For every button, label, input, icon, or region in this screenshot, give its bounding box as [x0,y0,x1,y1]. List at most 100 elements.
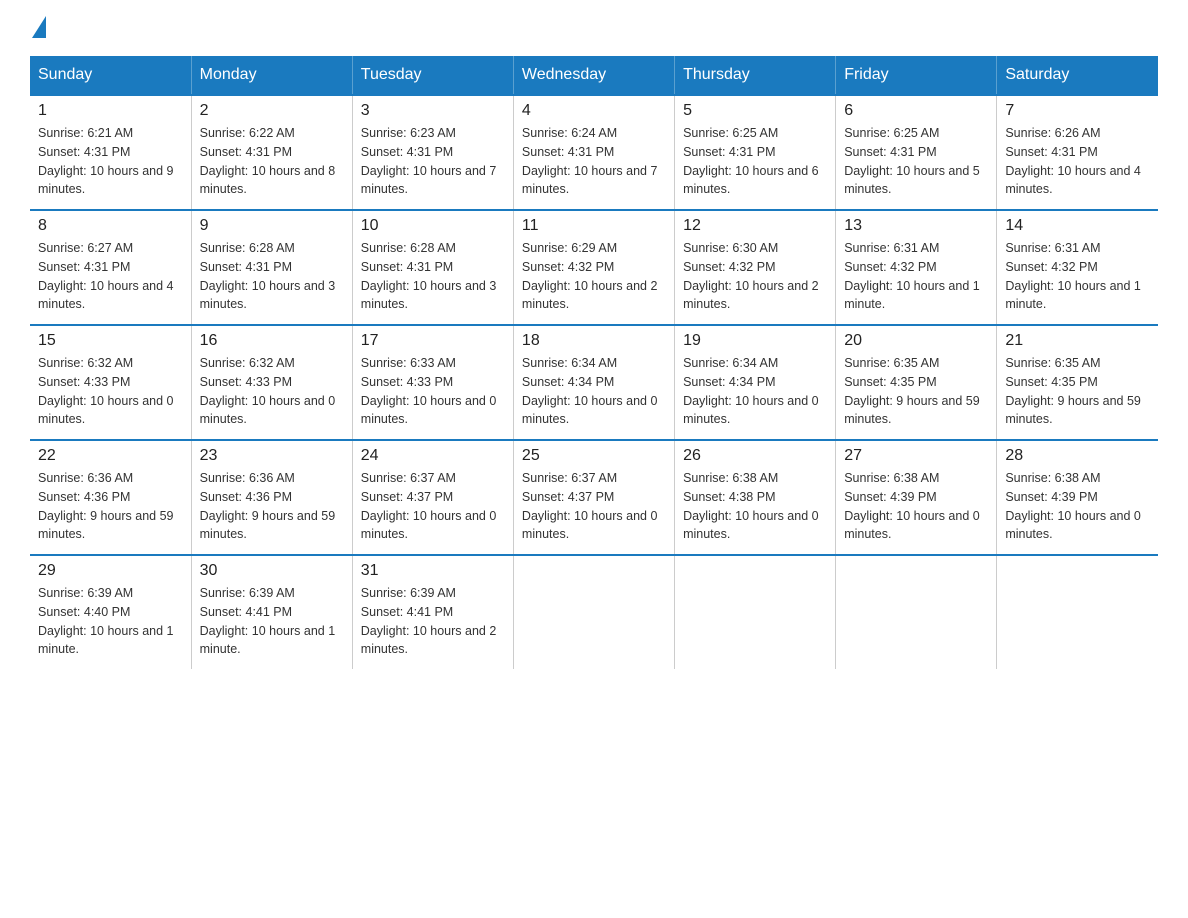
day-number: 31 [361,562,505,580]
day-number: 16 [200,332,344,350]
day-number: 1 [38,102,183,120]
day-number: 9 [200,217,344,235]
day-cell [513,555,674,669]
day-number: 7 [1005,102,1150,120]
day-cell: 22 Sunrise: 6:36 AMSunset: 4:36 PMDaylig… [30,440,191,555]
week-row-1: 1 Sunrise: 6:21 AMSunset: 4:31 PMDayligh… [30,95,1158,210]
header-monday: Monday [191,56,352,95]
day-number: 17 [361,332,505,350]
day-cell: 6 Sunrise: 6:25 AMSunset: 4:31 PMDayligh… [836,95,997,210]
day-info: Sunrise: 6:22 AMSunset: 4:31 PMDaylight:… [200,126,336,196]
day-info: Sunrise: 6:38 AMSunset: 4:39 PMDaylight:… [1005,471,1141,541]
day-info: Sunrise: 6:25 AMSunset: 4:31 PMDaylight:… [683,126,819,196]
day-cell [997,555,1158,669]
day-number: 24 [361,447,505,465]
day-info: Sunrise: 6:36 AMSunset: 4:36 PMDaylight:… [200,471,336,541]
day-cell: 26 Sunrise: 6:38 AMSunset: 4:38 PMDaylig… [675,440,836,555]
day-cell: 8 Sunrise: 6:27 AMSunset: 4:31 PMDayligh… [30,210,191,325]
day-cell: 13 Sunrise: 6:31 AMSunset: 4:32 PMDaylig… [836,210,997,325]
day-number: 23 [200,447,344,465]
day-info: Sunrise: 6:34 AMSunset: 4:34 PMDaylight:… [522,356,658,426]
day-cell: 4 Sunrise: 6:24 AMSunset: 4:31 PMDayligh… [513,95,674,210]
day-info: Sunrise: 6:38 AMSunset: 4:38 PMDaylight:… [683,471,819,541]
day-number: 6 [844,102,988,120]
day-number: 26 [683,447,827,465]
day-info: Sunrise: 6:31 AMSunset: 4:32 PMDaylight:… [844,241,980,311]
day-cell [675,555,836,669]
day-info: Sunrise: 6:23 AMSunset: 4:31 PMDaylight:… [361,126,497,196]
day-info: Sunrise: 6:24 AMSunset: 4:31 PMDaylight:… [522,126,658,196]
day-cell: 30 Sunrise: 6:39 AMSunset: 4:41 PMDaylig… [191,555,352,669]
logo-triangle-icon [32,16,46,38]
day-number: 27 [844,447,988,465]
day-cell: 21 Sunrise: 6:35 AMSunset: 4:35 PMDaylig… [997,325,1158,440]
day-info: Sunrise: 6:37 AMSunset: 4:37 PMDaylight:… [522,471,658,541]
day-number: 28 [1005,447,1150,465]
day-number: 20 [844,332,988,350]
day-number: 14 [1005,217,1150,235]
day-info: Sunrise: 6:25 AMSunset: 4:31 PMDaylight:… [844,126,980,196]
week-row-5: 29 Sunrise: 6:39 AMSunset: 4:40 PMDaylig… [30,555,1158,669]
day-cell: 12 Sunrise: 6:30 AMSunset: 4:32 PMDaylig… [675,210,836,325]
week-row-4: 22 Sunrise: 6:36 AMSunset: 4:36 PMDaylig… [30,440,1158,555]
day-cell: 5 Sunrise: 6:25 AMSunset: 4:31 PMDayligh… [675,95,836,210]
day-number: 22 [38,447,183,465]
day-number: 10 [361,217,505,235]
day-number: 4 [522,102,666,120]
day-info: Sunrise: 6:38 AMSunset: 4:39 PMDaylight:… [844,471,980,541]
day-cell: 9 Sunrise: 6:28 AMSunset: 4:31 PMDayligh… [191,210,352,325]
weekday-header-row: SundayMondayTuesdayWednesdayThursdayFrid… [30,56,1158,95]
header-wednesday: Wednesday [513,56,674,95]
day-cell: 17 Sunrise: 6:33 AMSunset: 4:33 PMDaylig… [352,325,513,440]
day-cell: 11 Sunrise: 6:29 AMSunset: 4:32 PMDaylig… [513,210,674,325]
day-cell: 24 Sunrise: 6:37 AMSunset: 4:37 PMDaylig… [352,440,513,555]
day-cell: 19 Sunrise: 6:34 AMSunset: 4:34 PMDaylig… [675,325,836,440]
day-number: 13 [844,217,988,235]
day-info: Sunrise: 6:29 AMSunset: 4:32 PMDaylight:… [522,241,658,311]
day-number: 2 [200,102,344,120]
day-number: 25 [522,447,666,465]
day-info: Sunrise: 6:34 AMSunset: 4:34 PMDaylight:… [683,356,819,426]
day-cell: 31 Sunrise: 6:39 AMSunset: 4:41 PMDaylig… [352,555,513,669]
day-cell: 18 Sunrise: 6:34 AMSunset: 4:34 PMDaylig… [513,325,674,440]
day-cell: 14 Sunrise: 6:31 AMSunset: 4:32 PMDaylig… [997,210,1158,325]
day-cell: 29 Sunrise: 6:39 AMSunset: 4:40 PMDaylig… [30,555,191,669]
day-number: 5 [683,102,827,120]
day-number: 15 [38,332,183,350]
header-friday: Friday [836,56,997,95]
day-info: Sunrise: 6:39 AMSunset: 4:40 PMDaylight:… [38,586,174,656]
day-info: Sunrise: 6:28 AMSunset: 4:31 PMDaylight:… [361,241,497,311]
day-number: 11 [522,217,666,235]
day-info: Sunrise: 6:39 AMSunset: 4:41 PMDaylight:… [361,586,497,656]
header-tuesday: Tuesday [352,56,513,95]
day-info: Sunrise: 6:32 AMSunset: 4:33 PMDaylight:… [38,356,174,426]
day-info: Sunrise: 6:31 AMSunset: 4:32 PMDaylight:… [1005,241,1141,311]
day-info: Sunrise: 6:33 AMSunset: 4:33 PMDaylight:… [361,356,497,426]
day-number: 29 [38,562,183,580]
day-number: 19 [683,332,827,350]
day-info: Sunrise: 6:35 AMSunset: 4:35 PMDaylight:… [1005,356,1141,426]
day-cell: 28 Sunrise: 6:38 AMSunset: 4:39 PMDaylig… [997,440,1158,555]
day-cell: 3 Sunrise: 6:23 AMSunset: 4:31 PMDayligh… [352,95,513,210]
day-cell: 27 Sunrise: 6:38 AMSunset: 4:39 PMDaylig… [836,440,997,555]
day-number: 18 [522,332,666,350]
week-row-2: 8 Sunrise: 6:27 AMSunset: 4:31 PMDayligh… [30,210,1158,325]
day-number: 8 [38,217,183,235]
day-info: Sunrise: 6:37 AMSunset: 4:37 PMDaylight:… [361,471,497,541]
week-row-3: 15 Sunrise: 6:32 AMSunset: 4:33 PMDaylig… [30,325,1158,440]
day-number: 12 [683,217,827,235]
day-cell: 2 Sunrise: 6:22 AMSunset: 4:31 PMDayligh… [191,95,352,210]
day-info: Sunrise: 6:26 AMSunset: 4:31 PMDaylight:… [1005,126,1141,196]
day-info: Sunrise: 6:28 AMSunset: 4:31 PMDaylight:… [200,241,336,311]
day-info: Sunrise: 6:39 AMSunset: 4:41 PMDaylight:… [200,586,336,656]
day-info: Sunrise: 6:36 AMSunset: 4:36 PMDaylight:… [38,471,174,541]
page-header [30,20,1158,36]
day-cell: 15 Sunrise: 6:32 AMSunset: 4:33 PMDaylig… [30,325,191,440]
day-info: Sunrise: 6:30 AMSunset: 4:32 PMDaylight:… [683,241,819,311]
day-cell: 23 Sunrise: 6:36 AMSunset: 4:36 PMDaylig… [191,440,352,555]
header-thursday: Thursday [675,56,836,95]
day-info: Sunrise: 6:35 AMSunset: 4:35 PMDaylight:… [844,356,980,426]
header-sunday: Sunday [30,56,191,95]
header-saturday: Saturday [997,56,1158,95]
calendar-table: SundayMondayTuesdayWednesdayThursdayFrid… [30,56,1158,669]
